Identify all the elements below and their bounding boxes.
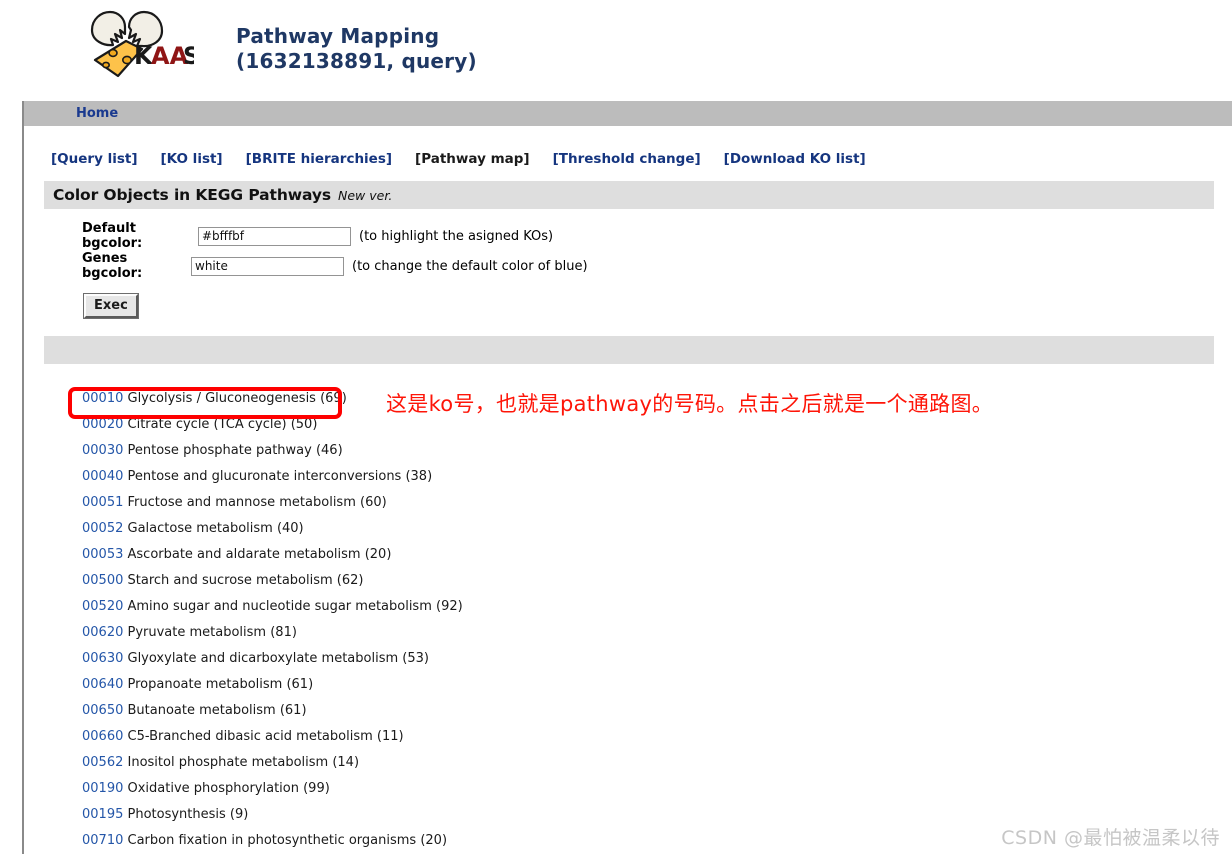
pathway-name: Glycolysis / Gluconeogenesis (69): [127, 391, 347, 406]
pathway-id-link[interactable]: 00195: [82, 807, 123, 822]
list-item: 00030 Pentose phosphate pathway (46): [82, 438, 1232, 464]
genes-bgcolor-row: Genes bgcolor: (to change the default co…: [82, 251, 1232, 281]
page-title: Pathway Mapping (1632138891, query): [236, 24, 477, 74]
list-item: 00052 Galactose metabolism (40): [82, 516, 1232, 542]
list-item: 00500 Starch and sucrose metabolism (62): [82, 568, 1232, 594]
exec-row: Exec: [82, 285, 1232, 318]
pathway-name: Ascorbate and aldarate metabolism (20): [127, 547, 392, 562]
pathway-id-link[interactable]: 00010: [82, 391, 123, 406]
pathway-list: 00010 Glycolysis / Gluconeogenesis (69) …: [24, 364, 1232, 854]
annotation-text: 这是ko号，也就是pathway的号码。点击之后就是一个通路图。: [386, 392, 994, 416]
nav-home-link[interactable]: Home: [76, 106, 118, 121]
genes-bgcolor-label: Genes bgcolor:: [82, 251, 143, 281]
link-threshold-change[interactable]: [Threshold change]: [553, 151, 701, 167]
pathway-name: Photosynthesis (9): [127, 807, 249, 822]
pathway-name: Propanoate metabolism (61): [127, 677, 314, 692]
list-item: 00650 Butanoate metabolism (61): [82, 698, 1232, 724]
pathway-id-link[interactable]: 00660: [82, 729, 123, 744]
pathway-id-link[interactable]: 00710: [82, 833, 123, 848]
pathway-name: Pyruvate metabolism (81): [127, 625, 297, 640]
pathway-name: Oxidative phosphorylation (99): [127, 781, 330, 796]
pathway-id-link[interactable]: 00040: [82, 469, 123, 484]
default-bgcolor-hint: (to highlight the asigned KOs): [359, 228, 554, 244]
pathway-id-link[interactable]: 00052: [82, 521, 123, 536]
list-item: 00190 Oxidative phosphorylation (99): [82, 776, 1232, 802]
pathway-name: Starch and sucrose metabolism (62): [127, 573, 364, 588]
page-header: K AA S Pathway Mapping (1632138891, quer…: [0, 0, 1232, 96]
section-spacer-bar: [44, 336, 1214, 364]
section-subtitle: New ver.: [338, 187, 393, 203]
list-item: 00053 Ascorbate and aldarate metabolism …: [82, 542, 1232, 568]
link-brite-hierarchies[interactable]: [BRITE hierarchies]: [246, 151, 392, 167]
list-item: 00520 Amino sugar and nucleotide sugar m…: [82, 594, 1232, 620]
list-item: 00562 Inositol phosphate metabolism (14): [82, 750, 1232, 776]
link-query-list[interactable]: [Query list]: [51, 151, 137, 167]
default-bgcolor-label: Default bgcolor:: [82, 221, 143, 251]
pathway-id-link[interactable]: 00051: [82, 495, 123, 510]
pathway-name: Amino sugar and nucleotide sugar metabol…: [127, 599, 463, 614]
pathway-name: Citrate cycle (TCA cycle) (50): [127, 417, 318, 432]
section-header-bar: Color Objects in KEGG Pathways New ver.: [44, 181, 1214, 209]
link-download-ko-list[interactable]: [Download KO list]: [724, 151, 866, 167]
page-title-line2: (1632138891, query): [236, 49, 477, 73]
content-container: Home [Query list] [KO list] [BRITE hierarc…: [22, 101, 1232, 854]
pathway-name: Galactose metabolism (40): [127, 521, 304, 536]
link-ko-list[interactable]: [KO list]: [160, 151, 222, 167]
list-item: 00051 Fructose and mannose metabolism (6…: [82, 490, 1232, 516]
section-title: Color Objects in KEGG Pathways: [53, 186, 332, 204]
pathway-name: Carbon fixation in photosynthetic organi…: [127, 833, 448, 848]
toolbar-links: [Query list] [KO list] [BRITE hierarchies]…: [24, 126, 1232, 172]
genes-bgcolor-hint: (to change the default color of blue): [352, 258, 588, 274]
watermark: CSDN @最怕被温柔以待: [1001, 827, 1220, 849]
list-item: 00660 C5-Branched dibasic acid metabolis…: [82, 724, 1232, 750]
pathway-id-link[interactable]: 00020: [82, 417, 123, 432]
pathway-name: Butanoate metabolism (61): [127, 703, 307, 718]
pathway-id-link[interactable]: 00620: [82, 625, 123, 640]
default-bgcolor-input[interactable]: [198, 226, 351, 246]
list-item: 00630 Glyoxylate and dicarboxylate metab…: [82, 646, 1232, 672]
exec-button[interactable]: Exec: [84, 294, 138, 318]
page-title-line1: Pathway Mapping: [236, 24, 440, 48]
pathway-name: Pentose phosphate pathway (46): [127, 443, 343, 458]
list-item: 00640 Propanoate metabolism (61): [82, 672, 1232, 698]
navbar: Home: [24, 101, 1232, 126]
pathway-id-link[interactable]: 00500: [82, 573, 123, 588]
default-bgcolor-row: Default bgcolor: (to highlight the asign…: [82, 221, 1232, 251]
list-item: 00620 Pyruvate metabolism (81): [82, 620, 1232, 646]
pathway-id-link[interactable]: 00190: [82, 781, 123, 796]
kaas-logo: K AA S: [82, 8, 194, 80]
pathway-name: Pentose and glucuronate interconversions…: [127, 469, 433, 484]
color-objects-form: Default bgcolor: (to highlight the asign…: [24, 209, 1232, 318]
pathway-id-link[interactable]: 00562: [82, 755, 123, 770]
pathway-id-link[interactable]: 00650: [82, 703, 123, 718]
svg-text:S: S: [183, 42, 194, 70]
kaas-logo-icon: K AA S: [90, 10, 194, 78]
pathway-name: Glyoxylate and dicarboxylate metabolism …: [127, 651, 429, 666]
pathway-name: Inositol phosphate metabolism (14): [127, 755, 360, 770]
pathway-id-link[interactable]: 00520: [82, 599, 123, 614]
list-item: 00040 Pentose and glucuronate interconve…: [82, 464, 1232, 490]
pathway-name: Fructose and mannose metabolism (60): [127, 495, 387, 510]
genes-bgcolor-input[interactable]: [191, 256, 344, 276]
pathway-id-link[interactable]: 00630: [82, 651, 123, 666]
pathway-id-link[interactable]: 00030: [82, 443, 123, 458]
link-pathway-map: [Pathway map]: [415, 151, 530, 167]
pathway-id-link[interactable]: 00053: [82, 547, 123, 562]
pathway-id-link[interactable]: 00640: [82, 677, 123, 692]
pathway-name: C5-Branched dibasic acid metabolism (11): [127, 729, 404, 744]
